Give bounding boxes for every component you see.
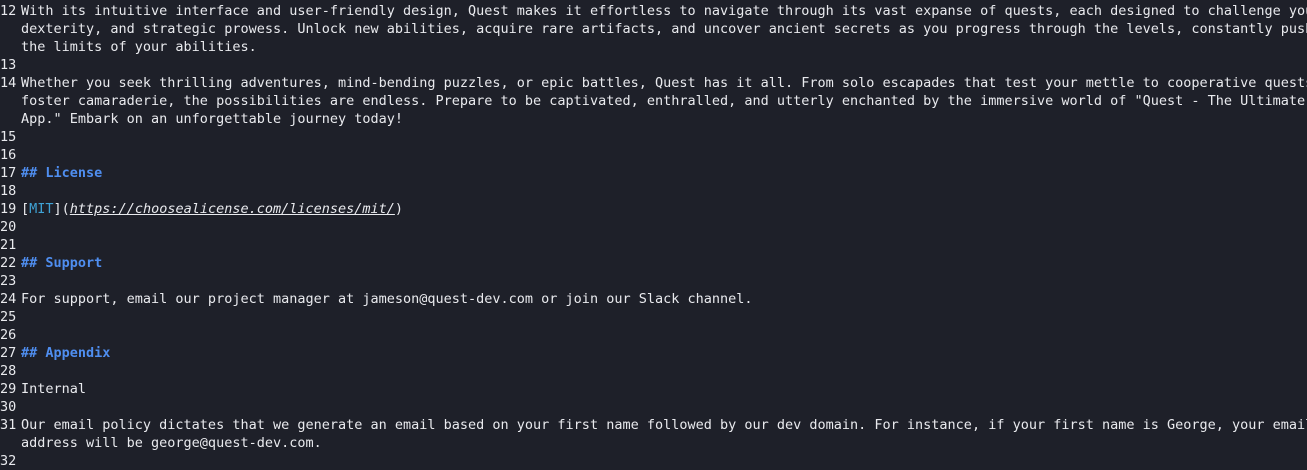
editor-line[interactable]: 15 [0, 128, 1307, 146]
line-content[interactable] [21, 236, 1307, 254]
line-content[interactable]: [MIT](https://choosealicense.com/license… [21, 200, 1307, 218]
line-content[interactable] [21, 326, 1307, 344]
editor-line[interactable]: 26 [0, 326, 1307, 344]
section-heading-license: ## License [21, 165, 103, 181]
line-text: Whether you seek thrilling adventures, m… [21, 75, 1307, 91]
empty-line [21, 56, 1307, 74]
editor-line[interactable]: 12 With its intuitive interface and user… [0, 2, 1307, 56]
editor-line[interactable]: 22 ## Support [0, 254, 1307, 272]
empty-line [21, 308, 1307, 326]
line-number: 13 [0, 57, 17, 73]
editor-line[interactable]: 31 Our email policy dictates that we gen… [0, 416, 1307, 452]
link-mid-bracket: ]( [53, 201, 70, 217]
line-text: foster camaraderie, the possibilities ar… [21, 93, 1307, 109]
line-content[interactable] [21, 218, 1307, 236]
line-number: 28 [0, 363, 17, 379]
editor-line[interactable]: 24 For support, email our project manage… [0, 290, 1307, 308]
editor-line[interactable]: 30 [0, 398, 1307, 416]
section-heading-appendix: ## Appendix [21, 345, 111, 361]
line-content[interactable]: ## Appendix [21, 344, 1307, 362]
line-text: the limits of your abilities. [21, 39, 257, 55]
editor-line[interactable]: 21 [0, 236, 1307, 254]
line-content[interactable] [21, 56, 1307, 74]
line-number: 15 [0, 129, 17, 145]
line-number: 21 [0, 237, 17, 253]
line-number: 19 [0, 201, 17, 217]
line-content[interactable]: ## License [21, 164, 1307, 182]
line-number: 26 [0, 327, 17, 343]
line-number: 17 [0, 165, 17, 181]
line-content[interactable]: ## Support [21, 254, 1307, 272]
line-text: For support, email our project manager a… [21, 291, 753, 307]
line-content[interactable] [21, 182, 1307, 200]
line-number: 31 [0, 417, 17, 433]
line-content[interactable] [21, 362, 1307, 380]
line-number: 29 [0, 381, 17, 397]
link-url[interactable]: https://choosealicense.com/licenses/mit/ [70, 201, 395, 217]
empty-line [21, 326, 1307, 344]
line-number: 27 [0, 345, 17, 361]
empty-line [21, 236, 1307, 254]
empty-line [21, 218, 1307, 236]
markdown-editor[interactable]: 12 With its intuitive interface and user… [0, 2, 1307, 470]
empty-line [21, 452, 1307, 470]
editor-line[interactable]: 29 Internal [0, 380, 1307, 398]
line-content[interactable]: For support, email our project manager a… [21, 290, 1307, 308]
license-link[interactable]: [MIT](https://choosealicense.com/license… [21, 200, 1307, 218]
editor-line[interactable]: 16 [0, 146, 1307, 164]
line-content[interactable]: Whether you seek thrilling adventures, m… [21, 74, 1307, 128]
link-close-paren: ) [394, 201, 404, 217]
line-text: Internal [21, 381, 87, 397]
line-text: With its intuitive interface and user-fr… [21, 3, 1307, 19]
empty-line [21, 146, 1307, 164]
empty-line [21, 182, 1307, 200]
line-text: App." Embark on an unforgettable journey… [21, 111, 404, 127]
editor-line[interactable]: 17 ## License [0, 164, 1307, 182]
empty-line [21, 362, 1307, 380]
editor-line[interactable]: 20 [0, 218, 1307, 236]
empty-line [21, 398, 1307, 416]
line-number: 32 [0, 453, 17, 469]
line-text: Our email policy dictates that we genera… [21, 417, 1307, 433]
line-content[interactable]: Internal [21, 380, 1307, 398]
line-number: 22 [0, 255, 17, 271]
empty-line [21, 128, 1307, 146]
editor-line[interactable]: 23 [0, 272, 1307, 290]
line-number: 24 [0, 291, 17, 307]
line-number: 16 [0, 147, 17, 163]
line-content[interactable] [21, 452, 1307, 470]
line-number: 25 [0, 309, 17, 325]
editor-line[interactable]: 13 [0, 56, 1307, 74]
line-content[interactable] [21, 308, 1307, 326]
line-content[interactable]: With its intuitive interface and user-fr… [21, 2, 1307, 56]
line-text: address will be george@quest-dev.com. [21, 435, 322, 451]
editor-line[interactable]: 14 Whether you seek thrilling adventures… [0, 74, 1307, 128]
line-number: 30 [0, 399, 17, 415]
link-open-bracket: [ [21, 201, 30, 217]
editor-line[interactable]: 28 [0, 362, 1307, 380]
line-content[interactable] [21, 128, 1307, 146]
line-number: 18 [0, 183, 17, 199]
line-content[interactable] [21, 398, 1307, 416]
line-content[interactable]: Our email policy dictates that we genera… [21, 416, 1307, 452]
line-content[interactable] [21, 272, 1307, 290]
line-number: 12 [0, 3, 17, 19]
editor-line[interactable]: 19 [MIT](https://choosealicense.com/lice… [0, 200, 1307, 218]
section-heading-support: ## Support [21, 255, 103, 271]
editor-line[interactable]: 27 ## Appendix [0, 344, 1307, 362]
line-number: 23 [0, 273, 17, 289]
editor-line[interactable]: 18 [0, 182, 1307, 200]
editor-line[interactable]: 25 [0, 308, 1307, 326]
line-text: dexterity, and strategic prowess. Unlock… [21, 21, 1307, 37]
line-number: 20 [0, 219, 17, 235]
line-content[interactable] [21, 146, 1307, 164]
line-number: 14 [0, 75, 17, 91]
link-text[interactable]: MIT [29, 201, 53, 217]
empty-line [21, 272, 1307, 290]
editor-line[interactable]: 32 [0, 452, 1307, 470]
